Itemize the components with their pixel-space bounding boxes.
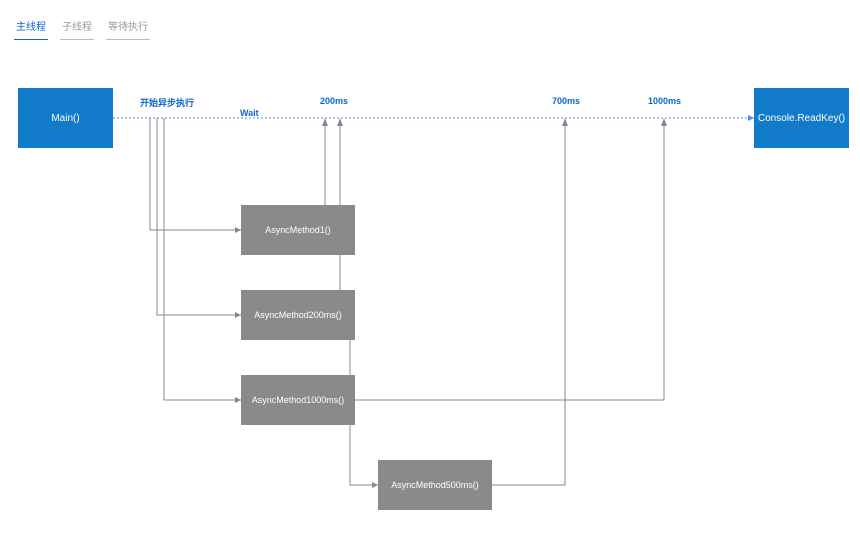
node-asyncmethod200ms: AsyncMethod200ms() — [241, 290, 355, 340]
tab-main-thread[interactable]: 主线程 — [14, 14, 48, 40]
node-asyncmethod1: AsyncMethod1() — [241, 205, 355, 255]
tabs: 主线程 子线程 等待执行 — [0, 0, 860, 40]
tab-sub-thread[interactable]: 子线程 — [60, 14, 94, 40]
tab-pending[interactable]: 等待执行 — [106, 14, 150, 40]
node-main: Main() — [18, 88, 113, 148]
node-asyncmethod1000ms: AsyncMethod1000ms() — [241, 375, 355, 425]
label-1000ms: 1000ms — [648, 96, 681, 106]
label-wait: Wait — [240, 108, 259, 118]
label-700ms: 700ms — [552, 96, 580, 106]
node-asyncmethod500ms: AsyncMethod500ms() — [378, 460, 492, 510]
label-start-async: 开始异步执行 — [140, 96, 194, 109]
label-200ms: 200ms — [320, 96, 348, 106]
diagram-canvas: Main() Console.ReadKey() AsyncMethod1() … — [0, 0, 860, 549]
node-readkey: Console.ReadKey() — [754, 88, 849, 148]
